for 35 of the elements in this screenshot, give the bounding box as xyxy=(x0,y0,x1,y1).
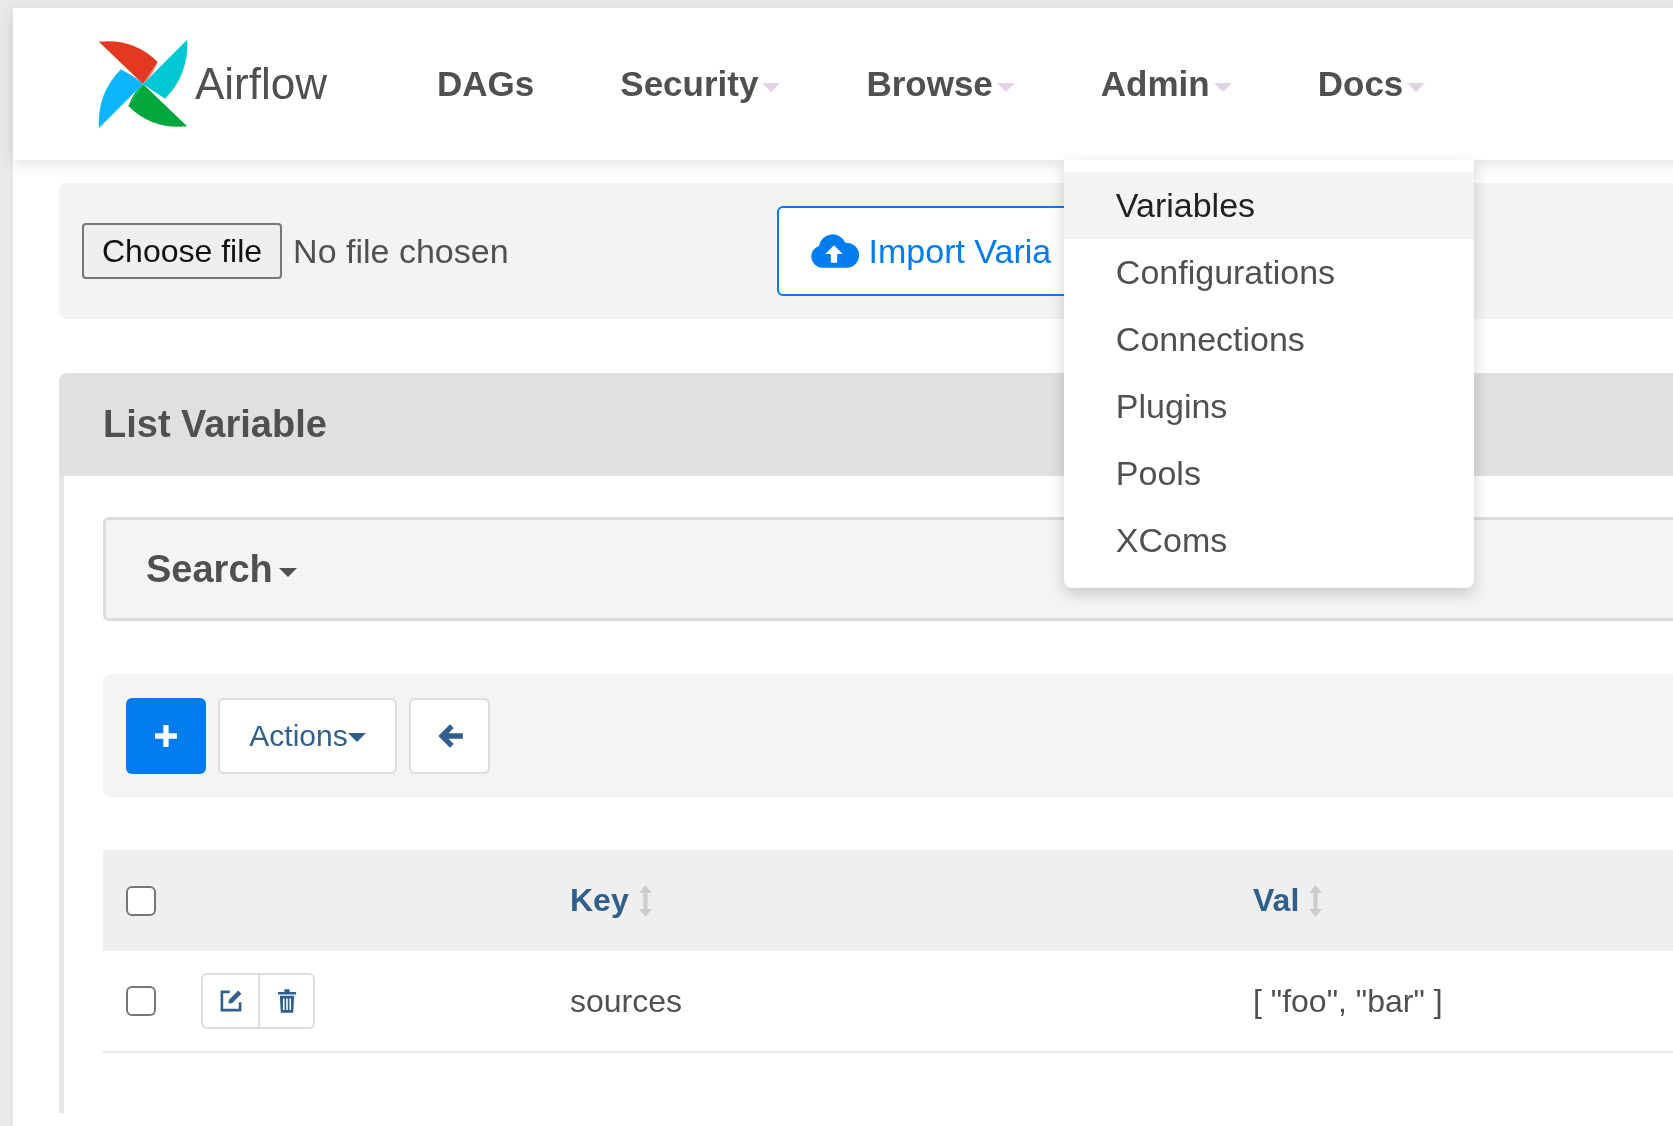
caret-icon xyxy=(347,733,366,742)
caret-icon xyxy=(1213,82,1232,92)
nav-menu-item[interactable]: Docs xyxy=(1317,64,1426,104)
back-button[interactable] xyxy=(409,697,490,774)
cloud-upload-icon xyxy=(808,233,859,269)
table-cell: sources xyxy=(570,982,683,1020)
file-status: No file chosen xyxy=(293,231,509,271)
select-all-checkbox[interactable] xyxy=(126,885,156,916)
caret-icon xyxy=(278,567,297,577)
caret-icon xyxy=(996,82,1015,92)
nav-menu-item[interactable]: Security xyxy=(620,64,781,104)
add-button[interactable] xyxy=(126,697,206,774)
actions-button[interactable]: Actions xyxy=(218,697,397,774)
plus-icon xyxy=(155,724,177,747)
choose-file-button[interactable]: Choose file xyxy=(82,223,283,279)
caret-icon xyxy=(1407,82,1426,92)
search-toggle[interactable]: Search xyxy=(146,547,297,591)
dropdown-menu-item[interactable]: Plugins xyxy=(1063,373,1474,440)
row-checkbox[interactable] xyxy=(126,986,156,1016)
nav-menu-item[interactable]: DAGs xyxy=(437,64,535,104)
panel-title: List Variable xyxy=(103,403,327,446)
brand-name[interactable]: Airflow xyxy=(195,59,328,109)
dropdown-menu-item[interactable]: Pools xyxy=(1063,440,1474,507)
nav-menu-item[interactable]: Admin xyxy=(1100,64,1232,104)
sort-icon xyxy=(638,884,652,917)
dropdown-menu-item[interactable]: Variables xyxy=(1063,172,1474,239)
column-header[interactable]: Val xyxy=(1253,882,1300,919)
nav-menu-item[interactable]: Browse xyxy=(866,64,1015,104)
dropdown-menu-item[interactable]: Connections xyxy=(1063,306,1474,373)
caret-icon xyxy=(762,82,781,92)
table-cell: [ "foo", "bar" ] xyxy=(1253,982,1443,1020)
dropdown-menu-item[interactable]: XComs xyxy=(1063,507,1474,574)
pinwheel-logo-icon[interactable] xyxy=(97,38,189,130)
sort-icon xyxy=(1309,884,1323,917)
column-header[interactable]: Key xyxy=(570,882,629,919)
